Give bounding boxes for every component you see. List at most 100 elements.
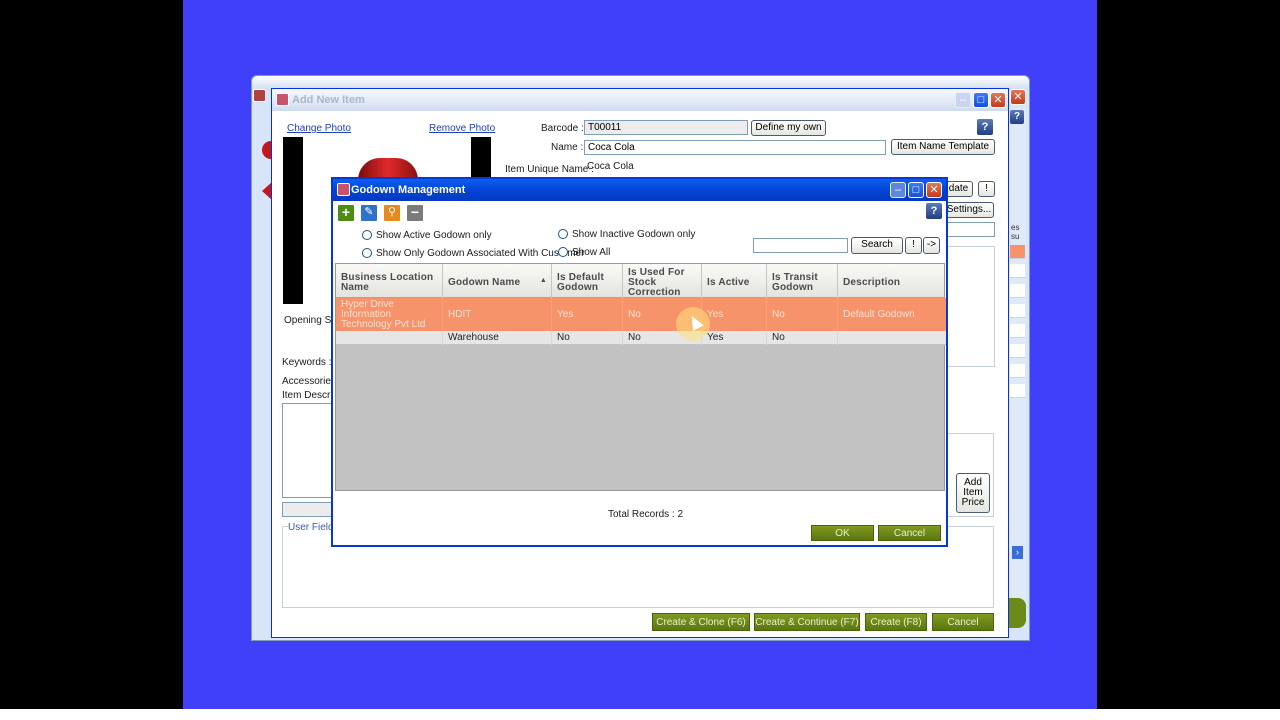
partial-field[interactable] xyxy=(944,222,995,237)
main-app-close-icon[interactable]: ✕ xyxy=(1010,89,1026,105)
godown-title: Godown Management xyxy=(351,184,466,196)
column-header-godown-name[interactable]: Godown Name ▲ xyxy=(443,264,552,298)
item-unique-name-label: Item Unique Name : xyxy=(505,164,594,175)
bottom-strip xyxy=(0,709,1280,720)
main-app-right-panel: ? es su › xyxy=(1008,108,1026,628)
column-header-stock-correction[interactable]: Is Used For Stock Correction xyxy=(623,264,702,298)
cell-business-location xyxy=(336,331,443,345)
photo-right-border xyxy=(471,137,491,182)
godown-titlebar: Godown Management – □ ✕ xyxy=(333,179,946,201)
create-button[interactable]: Create (F8) xyxy=(865,613,927,631)
add-item-price-button[interactable]: Add Item Price xyxy=(956,473,990,513)
show-active-label: Show Active Godown only xyxy=(376,230,492,241)
godown-cart-icon xyxy=(337,183,350,196)
item-help-icon[interactable]: ? xyxy=(977,119,993,135)
change-photo-link[interactable]: Change Photo xyxy=(287,123,351,134)
barcode-label: Barcode : xyxy=(541,123,584,134)
cell-is-default: Yes xyxy=(552,298,623,331)
close-icon[interactable]: ✕ xyxy=(990,92,1006,108)
cell-godown-name: HDIT xyxy=(443,298,552,331)
side-row xyxy=(1010,384,1025,398)
cell-godown-name: Warehouse xyxy=(443,331,552,345)
godown-maximize-icon[interactable]: □ xyxy=(908,182,924,198)
show-inactive-label: Show Inactive Godown only xyxy=(572,229,696,240)
side-row xyxy=(1010,284,1025,298)
side-row xyxy=(1010,264,1025,278)
add-icon[interactable]: + xyxy=(337,204,355,222)
column-header-business-location[interactable]: Business Location Name xyxy=(336,264,443,298)
column-header-is-transit[interactable]: Is Transit Godown xyxy=(767,264,838,298)
maximize-icon[interactable]: □ xyxy=(973,92,989,108)
add-new-item-titlebar: Add New Item – □ ✕ xyxy=(272,89,1008,111)
column-header-description[interactable]: Description xyxy=(838,264,944,298)
cell-is-default: No xyxy=(552,331,623,345)
cell-is-active: Yes xyxy=(702,331,767,345)
cart-icon xyxy=(276,93,289,106)
define-my-own-button[interactable]: Define my own xyxy=(751,120,826,136)
total-records-label: Total Records : 2 xyxy=(608,509,684,520)
show-inactive-radio[interactable] xyxy=(558,229,568,239)
update-button-partial[interactable]: date xyxy=(944,181,973,197)
side-row xyxy=(1010,364,1025,378)
show-customer-label: Show Only Godown Associated With Custome… xyxy=(376,248,585,259)
side-row xyxy=(1010,245,1025,259)
search-icon[interactable]: ⚲ xyxy=(383,204,401,222)
item-description-textarea[interactable] xyxy=(282,403,334,498)
cell-business-location: Hyper Drive Information Technology Pvt L… xyxy=(336,298,443,331)
column-header-is-active[interactable]: Is Active xyxy=(702,264,767,298)
keywords-label: Keywords : xyxy=(282,357,332,368)
partial-bottom-field[interactable] xyxy=(282,502,334,517)
info-button-partial[interactable]: ! xyxy=(978,181,995,197)
godown-help-icon[interactable]: ? xyxy=(926,203,942,219)
side-column-header: es su xyxy=(1011,223,1020,241)
godown-search-input[interactable] xyxy=(753,238,848,253)
godown-cancel-button[interactable]: Cancel xyxy=(878,525,941,541)
create-continue-button[interactable]: Create & Continue (F7) xyxy=(754,613,860,631)
side-row xyxy=(1010,324,1025,338)
item-name-template-button[interactable]: Item Name Template xyxy=(891,139,995,155)
godown-next-button[interactable]: -> xyxy=(923,237,940,254)
main-app-cart-icon xyxy=(253,89,266,102)
delete-icon[interactable]: − xyxy=(406,204,424,222)
add-new-item-title: Add New Item xyxy=(292,94,365,106)
cell-is-transit: No xyxy=(767,331,838,345)
godown-minimize-icon[interactable]: – xyxy=(890,182,906,198)
side-scroll-right-icon[interactable]: › xyxy=(1012,546,1023,559)
name-field[interactable]: Coca Cola xyxy=(584,140,886,155)
cancel-button[interactable]: Cancel xyxy=(932,613,994,631)
godown-close-icon[interactable]: ✕ xyxy=(926,182,942,198)
cell-is-active: Yes xyxy=(702,298,767,331)
minimize-icon[interactable]: – xyxy=(955,92,971,108)
godown-ok-button[interactable]: OK xyxy=(811,525,874,541)
godown-grid: Business Location Name Godown Name ▲ Is D… xyxy=(335,263,946,491)
grid-header: Business Location Name Godown Name ▲ Is D… xyxy=(336,264,944,298)
godown-name-header-label: Godown Name xyxy=(448,276,521,288)
name-label: Name : xyxy=(551,142,584,153)
barcode-field[interactable]: T00011 xyxy=(584,120,748,135)
cell-is-transit: No xyxy=(767,298,838,331)
side-row xyxy=(1010,304,1025,318)
side-green-button[interactable] xyxy=(1008,598,1026,628)
show-active-radio[interactable] xyxy=(362,230,372,240)
sort-ascending-icon: ▲ xyxy=(539,277,547,284)
remove-photo-link[interactable]: Remove Photo xyxy=(429,123,495,134)
create-clone-button[interactable]: Create & Clone (F6) xyxy=(652,613,750,631)
show-all-label: Show All xyxy=(572,247,611,258)
godown-management-dialog: Godown Management – □ ✕ + ✎ ⚲ − ? Show A… xyxy=(331,177,948,547)
edit-icon[interactable]: ✎ xyxy=(360,204,378,222)
photo-left-border xyxy=(283,137,303,304)
godown-info-button[interactable]: ! xyxy=(905,237,922,254)
item-unique-name-value: Coca Cola xyxy=(587,161,634,172)
column-header-is-default[interactable]: Is Default Godown xyxy=(552,264,623,298)
cell-description: Default Godown xyxy=(843,309,915,320)
settings-button-partial[interactable]: Settings... xyxy=(944,202,994,218)
godown-search-button[interactable]: Search xyxy=(851,237,903,254)
cell-description xyxy=(838,331,944,345)
side-row xyxy=(1010,344,1025,358)
table-row[interactable]: Hyper Drive Information Technology Pvt L… xyxy=(336,298,946,331)
show-all-radio[interactable] xyxy=(558,247,568,257)
table-row[interactable]: Warehouse No No Yes No xyxy=(336,331,946,345)
main-app-help-icon[interactable]: ? xyxy=(1010,110,1024,124)
show-customer-radio[interactable] xyxy=(362,248,372,258)
right-side-panel xyxy=(944,246,995,367)
